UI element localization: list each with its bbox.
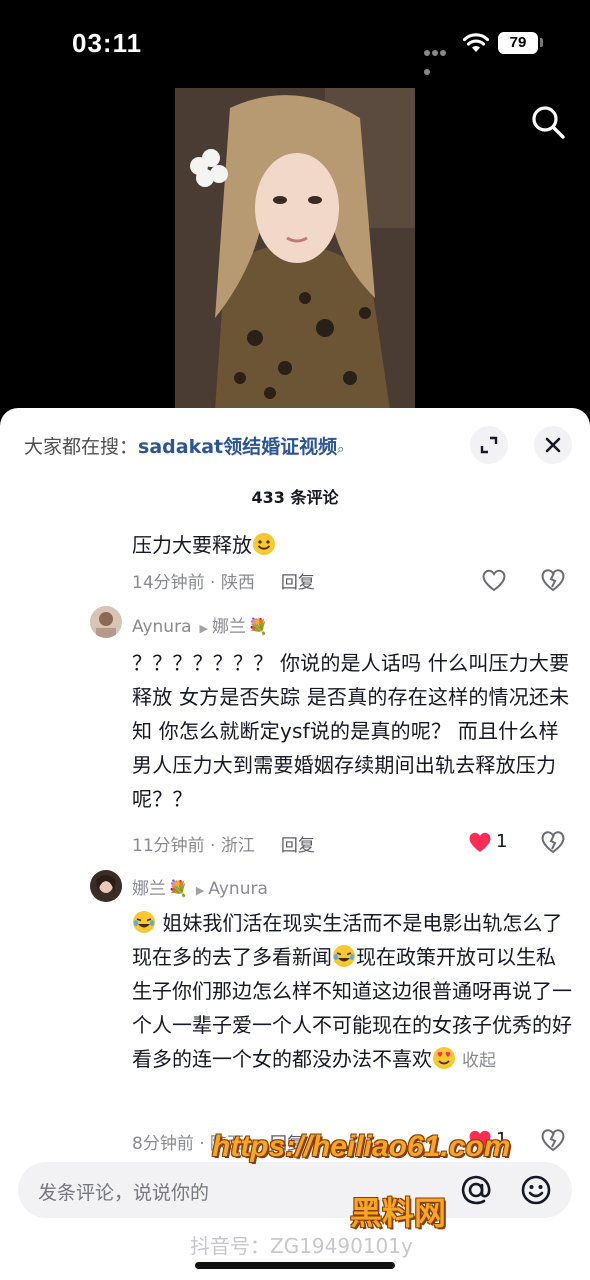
comment-body: ？？？？？？？ 你说的是人话吗 什么叫压力大要释放 女方是否失踪 是否真的存在这… <box>132 651 570 811</box>
dislike-icon[interactable] <box>540 1127 566 1153</box>
comment-meta: 11分钟前 · 浙江 回复 <box>132 831 315 856</box>
reply-button[interactable]: 回复 <box>281 573 315 593</box>
search-icon[interactable] <box>528 102 568 142</box>
liked-heart-icon[interactable] <box>467 830 493 854</box>
dislike-icon[interactable] <box>540 567 566 593</box>
emoji-picker-icon[interactable] <box>520 1174 552 1206</box>
close-icon <box>545 437 561 453</box>
video-preview[interactable] <box>175 88 415 410</box>
smile-emoji-icon <box>253 533 275 555</box>
comment-text: 姐妹我们活在现实生活而不是电影出轨怎么了现在多的去了多看新闻 现在政策开放可以生私… <box>132 906 572 1078</box>
dislike-icon[interactable] <box>540 829 566 855</box>
bouquet-emoji-icon: 💐 <box>168 879 188 898</box>
hot-search-prefix: 大家都在搜： <box>24 436 139 458</box>
comment-author-line: 娜兰 💐 ▶ Aynura <box>132 874 268 899</box>
heart-eyes-emoji-icon <box>433 1047 455 1069</box>
home-indicator[interactable] <box>195 1262 395 1269</box>
comment-author-line: Aynura ▶ 娜兰 💐 <box>132 612 268 637</box>
reply-arrow-icon: ▶ <box>199 622 208 635</box>
close-button[interactable] <box>534 426 572 464</box>
collapse-button[interactable]: 收起 <box>462 1051 496 1071</box>
comment-count: 433 条评论 <box>251 488 339 507</box>
reply-button[interactable]: 回复 <box>281 836 315 856</box>
hot-search-bar[interactable]: 大家都在搜：sadakat领结婚证视频⌕ <box>24 432 344 459</box>
comment-text: 压力大要释放 <box>132 528 572 562</box>
status-bar: 03:11 79 <box>0 0 590 90</box>
mention-at-icon[interactable] <box>460 1174 492 1206</box>
comment-time: 11分钟前 · 浙江 <box>132 836 255 856</box>
crying-laugh-emoji-icon <box>133 911 155 933</box>
battery-indicator: 79 <box>498 32 538 54</box>
douyin-id-watermark: 抖音号：ZG19490101y <box>190 1234 413 1258</box>
wifi-icon <box>462 33 490 52</box>
cellular-signal-icon <box>424 41 454 75</box>
avatar[interactable] <box>90 870 122 902</box>
bouquet-emoji-icon: 💐 <box>247 617 268 636</box>
comment-time: 14分钟前 · 陕西 <box>132 573 255 593</box>
clock: 03:11 <box>72 28 143 58</box>
watermark-url: https://heiliao61.com <box>212 1130 511 1163</box>
author-name[interactable]: Aynura <box>132 617 192 637</box>
battery-tip <box>540 38 543 47</box>
reply-arrow-icon: ▶ <box>195 884 205 897</box>
expand-icon <box>480 436 498 454</box>
crying-laugh-emoji-icon <box>333 945 355 967</box>
video-frame-image <box>175 88 415 410</box>
reply-to-name[interactable]: 娜兰 <box>212 617 246 637</box>
author-name[interactable]: 娜兰 <box>132 879 166 899</box>
hot-search-keyword[interactable]: sadakat领结婚证视频 <box>138 436 337 458</box>
watermark-brand: 黑料网 <box>350 1194 447 1232</box>
comment-input-placeholder: 发条评论，说说你的 <box>38 1182 210 1204</box>
reply-to-name[interactable]: Aynura <box>208 879 268 899</box>
comment-body: 压力大要释放 <box>132 533 252 557</box>
like-icon[interactable] <box>481 568 507 592</box>
search-small-icon: ⌕ <box>337 442 345 457</box>
expand-button[interactable] <box>470 426 508 464</box>
avatar[interactable] <box>90 606 122 638</box>
comment-meta: 14分钟前 · 陕西 回复 <box>132 568 315 593</box>
like-count: 1 <box>496 831 508 852</box>
